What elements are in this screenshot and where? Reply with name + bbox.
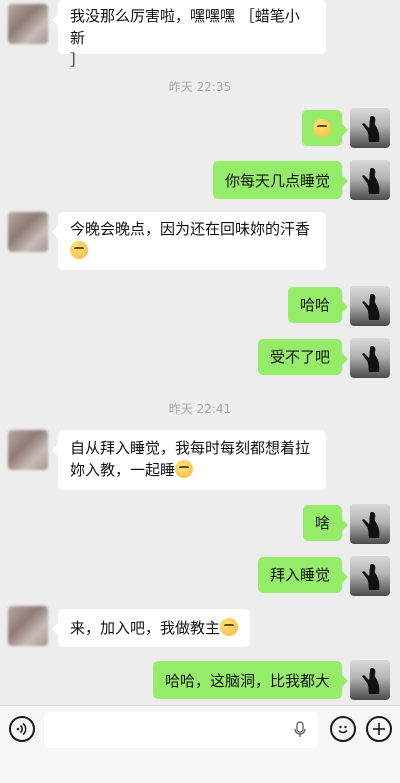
chat-area[interactable]: 我没那么厉害啦，嘿嘿嘿 ［蜡笔小新 ］ 昨天 22:35 你每天几点睡觉 今晚会…	[0, 0, 400, 705]
contact-avatar[interactable]	[8, 4, 48, 44]
message-text: 妳入教，一起睡	[70, 461, 176, 479]
message-text: 自从拜入睡觉，我每时每刻都想着拉	[70, 439, 311, 457]
emoji-icon	[338, 725, 348, 734]
message-bubble-incoming[interactable]: 来，加入吧，我做教主	[51, 609, 251, 647]
smile-emoji-icon	[313, 119, 331, 137]
input-bar	[0, 705, 400, 783]
silhouette-icon	[362, 346, 380, 372]
silhouette-icon	[362, 294, 380, 320]
silhouette-icon	[362, 564, 380, 590]
message-bubble-outgoing[interactable]: 啥	[302, 505, 349, 541]
plus-icon	[373, 723, 385, 735]
silhouette-icon	[362, 512, 380, 538]
more-button[interactable]	[366, 716, 392, 742]
thinking-emoji-icon	[70, 241, 88, 259]
message-text: 今晚会晚点，因为还在回味妳的汗香	[70, 220, 311, 238]
self-avatar[interactable]	[350, 160, 390, 200]
self-avatar[interactable]	[350, 286, 390, 326]
self-avatar[interactable]	[350, 660, 390, 700]
message-text: 哈哈，这脑洞，比我都大	[164, 672, 330, 690]
self-avatar[interactable]	[350, 556, 390, 596]
voice-icon	[16, 722, 27, 736]
emoji-button[interactable]	[330, 716, 356, 742]
thinking-emoji-icon	[220, 618, 239, 636]
message-text: 拜入睡觉	[269, 566, 330, 584]
contact-avatar[interactable]	[8, 606, 48, 646]
timestamp: 昨天 22:41	[168, 402, 232, 416]
message-bubble-outgoing[interactable]: 你每天几点睡觉	[212, 161, 349, 199]
contact-avatar[interactable]	[8, 430, 48, 470]
silhouette-icon	[362, 168, 380, 194]
message-text: 我没那么厉害啦，嘿嘿嘿 ［蜡笔小新	[70, 7, 300, 47]
message-bubble-outgoing[interactable]	[302, 110, 348, 146]
mic-icon[interactable]	[294, 721, 306, 739]
voice-button[interactable]	[9, 716, 35, 742]
self-avatar[interactable]	[350, 108, 390, 148]
message-bubble-outgoing[interactable]: 哈哈，这脑洞，比我都大	[152, 661, 349, 699]
silhouette-icon	[362, 668, 380, 694]
message-text: 啥	[314, 514, 330, 532]
message-bubble-incoming[interactable]: 自从拜入睡觉，我每时每刻都想着拉 妳入教，一起睡	[52, 430, 326, 490]
message-text: 你每天几点睡觉	[224, 172, 330, 190]
timestamp: 昨天 22:35	[168, 80, 232, 94]
message-bubble-outgoing[interactable]: 受不了吧	[257, 339, 349, 375]
message-text: 受不了吧	[269, 348, 330, 366]
message-bubble-outgoing[interactable]: 哈哈	[287, 287, 349, 323]
self-avatar[interactable]	[350, 504, 390, 544]
self-avatar[interactable]	[350, 338, 390, 378]
message-bubble-incoming[interactable]: 我没那么厉害啦，嘿嘿嘿 ［蜡笔小新 ］	[52, 0, 326, 69]
message-text: 哈哈	[299, 296, 330, 314]
contact-avatar[interactable]	[8, 212, 48, 252]
message-bubble-outgoing[interactable]: 拜入睡觉	[257, 557, 349, 593]
silhouette-icon	[362, 116, 380, 142]
message-bubble-incoming[interactable]: 今晚会晚点，因为还在回味妳的汗香	[52, 212, 326, 270]
thinking-emoji-icon	[175, 460, 194, 478]
message-input[interactable]	[44, 712, 318, 748]
message-text: 来，加入吧，我做教主	[70, 619, 221, 637]
message-text: ］	[70, 51, 86, 69]
